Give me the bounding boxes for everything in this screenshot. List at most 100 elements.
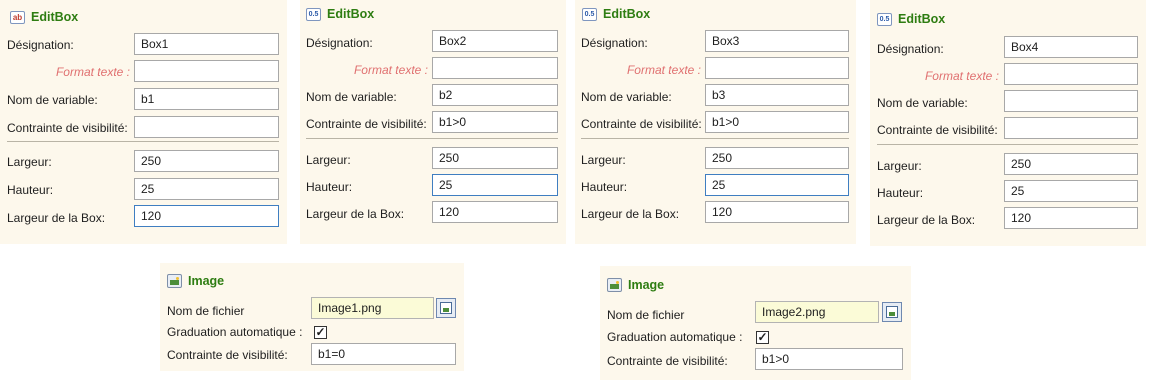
height-input[interactable]: 25 [134,178,279,200]
format-text-label: Format texte : [626,63,701,77]
box-width-label: Largeur de la Box: [877,213,976,227]
designation-input[interactable]: Box4 [1004,36,1138,58]
file-name-input[interactable]: Image1.png [311,297,434,319]
designation-label: Désignation: [877,42,944,56]
height-input[interactable]: 25 [705,174,849,196]
browse-image-button[interactable] [882,302,902,322]
variable-name-input[interactable]: b1 [134,88,279,110]
visibility-constraint-label: Contrainte de visibilité: [607,354,728,368]
height-input[interactable]: 25 [1004,180,1138,202]
browse-image-button[interactable] [436,298,456,318]
panel-title: EditBox [898,12,946,26]
format-text-input[interactable] [705,57,849,79]
browse-image-icon [440,302,452,314]
box-width-label: Largeur de la Box: [7,211,106,225]
variable-name-input[interactable]: b3 [705,84,849,106]
file-name-input[interactable]: Image2.png [755,301,879,323]
width-input[interactable]: 250 [705,147,849,169]
panel-header: Image [167,272,224,290]
image-panel-1: Image Nom de fichier Image1.png Graduati… [160,263,464,371]
panel-title: EditBox [327,7,375,21]
visibility-constraint-label: Contrainte de visibilité: [877,123,998,137]
designation-input[interactable]: Box2 [432,30,558,52]
divider [581,138,849,139]
format-text-input[interactable] [134,60,279,82]
box-width-input[interactable]: 120 [705,201,849,223]
designation-input[interactable]: Box1 [134,33,279,55]
decimal-icon: 0.5 [582,7,597,21]
browse-image-icon [886,306,898,318]
visibility-constraint-input[interactable]: b1>0 [755,348,903,370]
format-text-input[interactable] [432,57,558,79]
height-label: Hauteur: [7,183,54,197]
width-label: Largeur: [7,155,52,169]
designation-input[interactable]: Box3 [705,30,849,52]
width-input[interactable]: 250 [134,150,279,172]
file-name-label: Nom de fichier [167,304,245,318]
visibility-constraint-input[interactable]: b1>0 [705,111,849,133]
panel-title: Image [188,274,225,288]
variable-name-label: Nom de variable: [581,90,672,104]
height-label: Hauteur: [306,180,353,194]
divider [877,144,1138,145]
editbox-panel-4: 0.5 EditBox Désignation: Box4 Format tex… [870,0,1146,246]
image-icon [607,278,622,292]
decimal-icon: 0.5 [306,7,321,21]
image-icon [167,274,182,288]
visibility-constraint-input[interactable]: b1>0 [432,111,558,133]
format-text-input[interactable] [1004,63,1138,85]
box-width-input[interactable]: 120 [432,201,558,223]
editbox-ab-icon: ab [10,10,25,24]
box-width-input[interactable]: 120 [134,205,279,227]
panel-title: Image [628,278,665,292]
auto-scale-checkbox[interactable]: ✓ [314,326,327,339]
editbox-panel-3: 0.5 EditBox Désignation: Box3 Format tex… [575,0,856,244]
panel-header: Image [607,276,664,294]
designation-label: Désignation: [306,36,373,50]
width-label: Largeur: [877,159,922,173]
panel-header: 0.5 EditBox [877,10,945,28]
auto-scale-checkbox[interactable]: ✓ [756,331,769,344]
height-label: Hauteur: [877,186,924,200]
divider [7,141,279,142]
format-text-label: Format texte : [353,63,428,77]
visibility-constraint-input[interactable]: b1=0 [311,343,456,365]
designation-label: Désignation: [7,38,74,52]
box-width-label: Largeur de la Box: [306,207,405,221]
panel-header: 0.5 EditBox [306,5,374,23]
variable-name-label: Nom de variable: [7,93,98,107]
panel-title: EditBox [603,7,651,21]
height-input[interactable]: 25 [432,174,558,196]
panel-header: ab EditBox [10,8,78,26]
variable-name-label: Nom de variable: [306,90,397,104]
divider [306,138,558,139]
visibility-constraint-input[interactable] [1004,117,1138,139]
auto-scale-label: Graduation automatique : [607,330,743,344]
panel-title: EditBox [31,10,79,24]
width-input[interactable]: 250 [432,147,558,169]
box-width-label: Largeur de la Box: [581,207,680,221]
variable-name-input[interactable]: b2 [432,84,558,106]
designation-label: Désignation: [581,36,648,50]
auto-scale-label: Graduation automatique : [167,325,303,339]
visibility-constraint-label: Contrainte de visibilité: [167,348,288,362]
file-name-label: Nom de fichier [607,308,685,322]
image-panel-2: Image Nom de fichier Image2.png Graduati… [600,266,911,380]
visibility-constraint-input[interactable] [134,116,279,138]
format-text-label: Format texte : [55,65,130,79]
height-label: Hauteur: [581,180,628,194]
visibility-constraint-label: Contrainte de visibilité: [306,117,427,131]
panel-header: 0.5 EditBox [582,5,650,23]
visibility-constraint-label: Contrainte de visibilité: [581,117,702,131]
box-width-input[interactable]: 120 [1004,207,1138,229]
variable-name-label: Nom de variable: [877,96,968,110]
width-input[interactable]: 250 [1004,153,1138,175]
width-label: Largeur: [581,153,626,167]
format-text-label: Format texte : [924,69,999,83]
decimal-icon: 0.5 [877,12,892,26]
variable-name-input[interactable] [1004,90,1138,112]
editbox-panel-2: 0.5 EditBox Désignation: Box2 Format tex… [300,0,566,244]
editbox-panel-1: ab EditBox Désignation: Box1 Format text… [0,0,287,244]
width-label: Largeur: [306,153,351,167]
visibility-constraint-label: Contrainte de visibilité: [7,121,128,135]
